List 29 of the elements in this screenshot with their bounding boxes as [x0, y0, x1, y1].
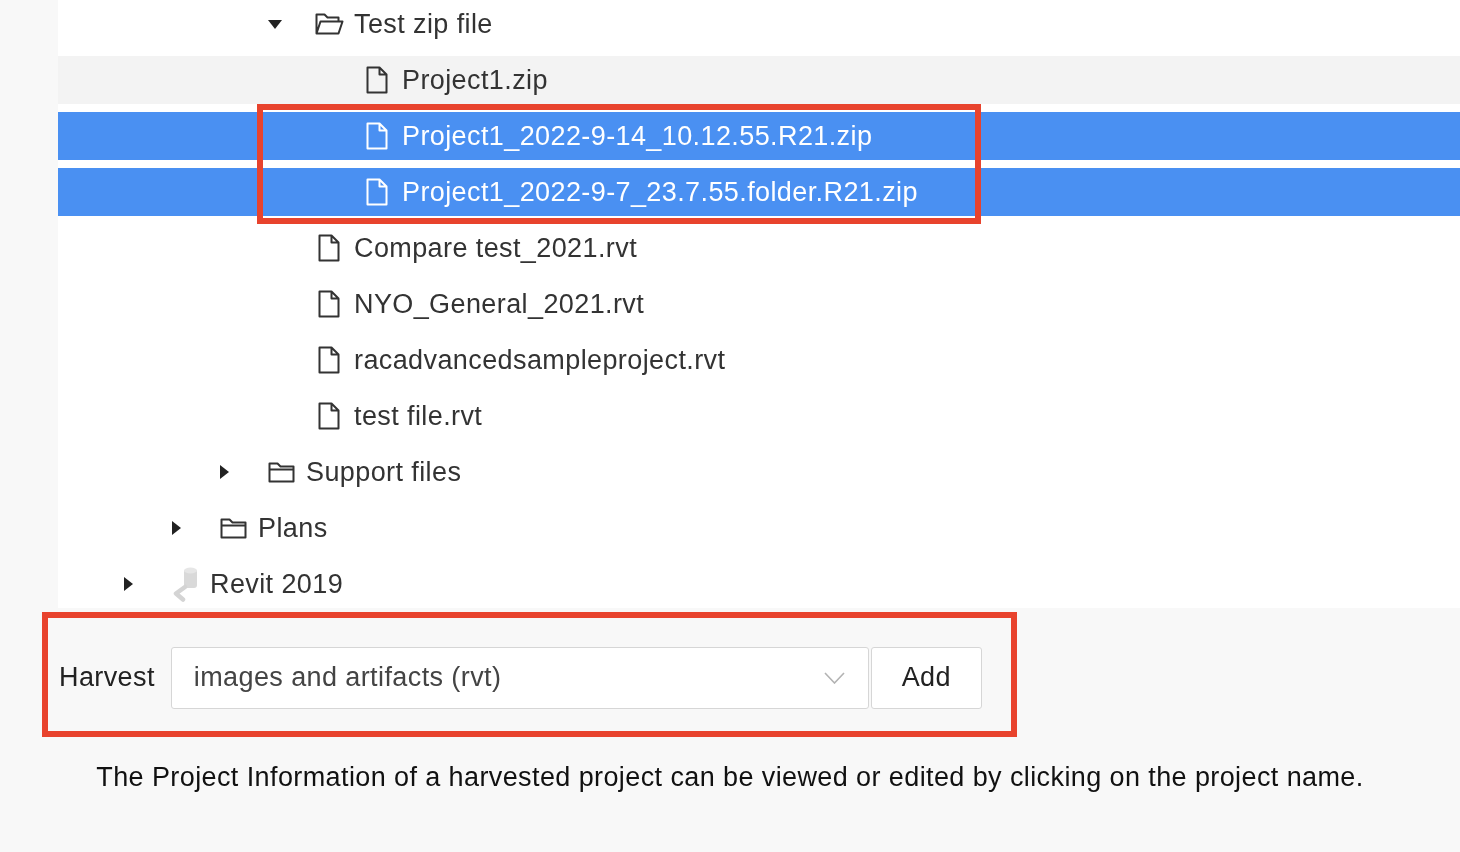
caret-right-icon[interactable]: [220, 465, 229, 479]
harvest-label: Harvest: [59, 662, 155, 693]
file-icon: [366, 122, 388, 150]
tree-item[interactable]: Support files: [58, 448, 1460, 496]
file-icon: [318, 346, 340, 374]
add-button[interactable]: Add: [870, 646, 982, 709]
folder-open-icon: [314, 13, 344, 35]
file-icon: [318, 234, 340, 262]
tree-item[interactable]: Plans: [58, 504, 1460, 552]
tree-item[interactable]: Revit 2019: [58, 560, 1460, 608]
tree-item[interactable]: Project1.zip: [58, 56, 1460, 104]
harvest-dropdown[interactable]: images and artifacts (rvt): [170, 646, 869, 709]
tree-item[interactable]: test file.rvt: [58, 392, 1460, 440]
file-icon: [366, 66, 388, 94]
tree-item[interactable]: NYO_General_2021.rvt: [58, 280, 1460, 328]
file-icon: [318, 402, 340, 430]
folder-icon: [219, 517, 247, 539]
chevron-down-icon: [823, 671, 845, 684]
caret-right-icon[interactable]: [124, 577, 133, 591]
tree-item[interactable]: Test zip file: [58, 0, 1460, 48]
tree-item[interactable]: racadvancedsampleproject.rvt: [58, 336, 1460, 384]
caret-right-icon[interactable]: [172, 521, 181, 535]
tree-item[interactable]: Compare test_2021.rvt: [58, 224, 1460, 272]
cylinder-icon: [171, 566, 199, 602]
file-icon: [366, 178, 388, 206]
caret-down-icon[interactable]: [268, 19, 282, 29]
file-icon: [318, 290, 340, 318]
folder-icon: [267, 461, 295, 483]
info-note: The Project Information of a harvested project can be viewed or edited by clicking on the project name.: [96, 762, 1364, 792]
